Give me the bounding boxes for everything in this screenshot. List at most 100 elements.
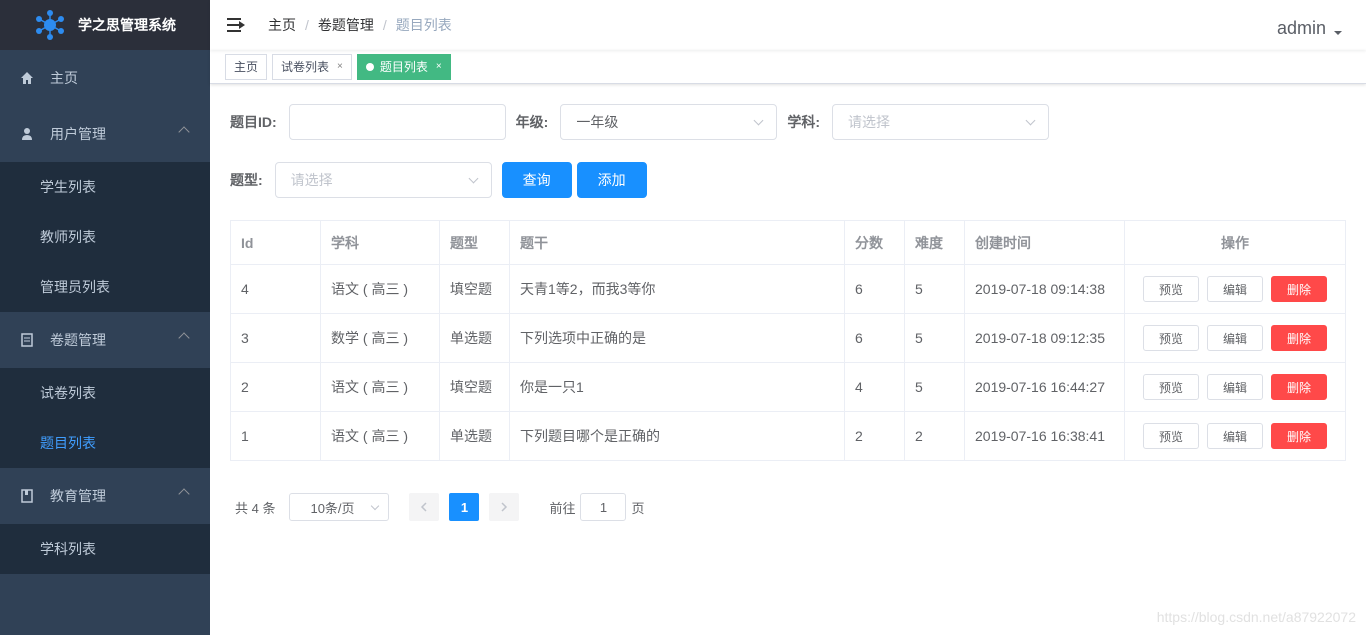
- delete-button[interactable]: 删除: [1271, 325, 1327, 351]
- table-row: 1 语文 ( 高三 ) 单选题 下列题目哪个是正确的 2 2 2019-07-1…: [230, 411, 1346, 461]
- question-id-label: 题目ID:: [230, 114, 277, 130]
- subject-label: 学科:: [787, 114, 821, 130]
- close-icon[interactable]: ×: [337, 61, 343, 72]
- user-icon: [20, 127, 34, 141]
- caret-down-icon: [1334, 30, 1342, 35]
- chevron-right-icon: [501, 502, 508, 512]
- sidebar-item-admin-list[interactable]: 管理员列表: [0, 262, 210, 312]
- document-icon: [20, 333, 34, 347]
- pagination: 共 4 条 10条/页 1 前往 1 页: [230, 493, 1346, 521]
- sidebar-item-label: 卷题管理: [50, 332, 106, 348]
- pagination-total: 共 4 条: [235, 500, 276, 516]
- delete-button[interactable]: 删除: [1271, 423, 1327, 449]
- cell-id: 3: [230, 313, 321, 363]
- cell-difficulty: 5: [904, 362, 965, 412]
- column-header-id: Id: [230, 220, 321, 265]
- chevron-down-icon: [468, 173, 479, 184]
- goto-suffix: 页: [631, 500, 645, 516]
- question-id-input[interactable]: [288, 104, 506, 140]
- delete-button[interactable]: 删除: [1271, 374, 1327, 400]
- chevron-down-icon: [753, 115, 764, 126]
- sidebar-item-paper-list[interactable]: 试卷列表: [0, 368, 210, 418]
- tag-label: 主页: [234, 60, 259, 74]
- question-type-select[interactable]: 请选择: [274, 162, 492, 198]
- cell-actions: 预览 编辑 删除: [1124, 313, 1346, 363]
- cell-actions: 预览 编辑 删除: [1124, 411, 1346, 461]
- tag-question-list[interactable]: 题目列表 ×: [356, 53, 451, 80]
- hamburger-icon[interactable]: [227, 16, 245, 34]
- breadcrumb-home[interactable]: 主页: [268, 15, 296, 35]
- cell-actions: 预览 编辑 删除: [1124, 362, 1346, 412]
- cell-created: 2019-07-18 09:14:38: [964, 264, 1125, 314]
- cell-type: 单选题: [439, 411, 510, 461]
- sidebar-item-user-management[interactable]: 用户管理: [0, 106, 210, 162]
- preview-button[interactable]: 预览: [1143, 325, 1199, 351]
- column-header-subject: 学科: [320, 220, 440, 265]
- sidebar: 学之思管理系统 主页 用户管理 学生列表 教师列表 管理员列表 卷题管理 试卷列…: [0, 0, 210, 635]
- edit-button[interactable]: 编辑: [1207, 325, 1263, 351]
- subject-placeholder: 请选择: [848, 114, 891, 130]
- close-icon[interactable]: ×: [436, 61, 442, 72]
- breadcrumb-separator: /: [382, 17, 387, 33]
- breadcrumb: 主页 / 卷题管理 / 题目列表: [268, 15, 452, 35]
- cell-stem: 下列选项中正确的是: [509, 313, 845, 363]
- sidebar-item-question-list[interactable]: 题目列表: [0, 418, 210, 468]
- prev-page-button[interactable]: [409, 493, 440, 521]
- cell-stem: 你是一只1: [509, 362, 845, 412]
- chevron-up-icon: [178, 332, 190, 344]
- grade-value: 一年级: [576, 114, 619, 130]
- delete-button[interactable]: 删除: [1271, 276, 1327, 302]
- main-area: 主页 / 卷题管理 / 题目列表 admin 主页 试卷列表 × 题目列表 × …: [210, 0, 1366, 635]
- sidebar-item-subject-list[interactable]: 学科列表: [0, 524, 210, 574]
- content: 题目ID: 年级: 一年级 学科: 请选择 题型: 请选择 查询 添加 Id 学…: [210, 84, 1366, 521]
- cell-id: 2: [230, 362, 321, 412]
- preview-button[interactable]: 预览: [1143, 374, 1199, 400]
- edit-button[interactable]: 编辑: [1207, 423, 1263, 449]
- sidebar-item-home[interactable]: 主页: [0, 50, 210, 106]
- preview-button[interactable]: 预览: [1143, 276, 1199, 302]
- page-number-current[interactable]: 1: [449, 493, 480, 521]
- chevron-up-icon: [178, 126, 190, 138]
- home-icon: [20, 71, 34, 85]
- cell-id: 1: [230, 411, 321, 461]
- filter-row-2: 题型: 请选择 查询 添加: [230, 162, 1346, 198]
- sidebar-item-label: 主页: [50, 70, 78, 86]
- sidebar-item-education-management[interactable]: 教育管理: [0, 468, 210, 524]
- query-button[interactable]: 查询: [501, 162, 572, 198]
- tag-paper-list[interactable]: 试卷列表 ×: [272, 53, 352, 80]
- app-title: 学之思管理系统: [78, 17, 176, 33]
- cell-type: 填空题: [439, 264, 510, 314]
- grade-select[interactable]: 一年级: [560, 104, 778, 140]
- cell-subject: 语文 ( 高三 ): [320, 411, 440, 461]
- book-icon: [20, 489, 34, 503]
- question-table: Id 学科 题型 题干 分数 难度 创建时间 操作 4 语文 ( 高三 ) 填空…: [230, 220, 1346, 461]
- edit-button[interactable]: 编辑: [1207, 276, 1263, 302]
- logo[interactable]: 学之思管理系统: [0, 0, 210, 50]
- column-header-score: 分数: [844, 220, 905, 265]
- page-size-select[interactable]: 10条/页: [289, 493, 390, 521]
- user-menu[interactable]: admin: [1277, 18, 1342, 39]
- goto-page-input[interactable]: 1: [580, 493, 627, 521]
- sidebar-item-teacher-list[interactable]: 教师列表: [0, 212, 210, 262]
- subject-select[interactable]: 请选择: [832, 104, 1050, 140]
- breadcrumb-paper-management[interactable]: 卷题管理: [318, 15, 374, 35]
- next-page-button[interactable]: [489, 493, 520, 521]
- cell-difficulty: 2: [904, 411, 965, 461]
- cell-stem: 下列题目哪个是正确的: [509, 411, 845, 461]
- logo-icon: [36, 10, 64, 40]
- tag-home[interactable]: 主页: [225, 53, 268, 80]
- column-header-created: 创建时间: [964, 220, 1125, 265]
- cell-difficulty: 5: [904, 264, 965, 314]
- cell-type: 填空题: [439, 362, 510, 412]
- column-header-type: 题型: [439, 220, 510, 265]
- cell-score: 2: [844, 411, 905, 461]
- sidebar-item-paper-management[interactable]: 卷题管理: [0, 312, 210, 368]
- cell-subject: 数学 ( 高三 ): [320, 313, 440, 363]
- preview-button[interactable]: 预览: [1143, 423, 1199, 449]
- table-row: 2 语文 ( 高三 ) 填空题 你是一只1 4 5 2019-07-16 16:…: [230, 362, 1346, 412]
- edit-button[interactable]: 编辑: [1207, 374, 1263, 400]
- sidebar-item-student-list[interactable]: 学生列表: [0, 162, 210, 212]
- add-button[interactable]: 添加: [576, 162, 647, 198]
- cell-created: 2019-07-16 16:44:27: [964, 362, 1125, 412]
- active-dot-icon: [365, 62, 374, 71]
